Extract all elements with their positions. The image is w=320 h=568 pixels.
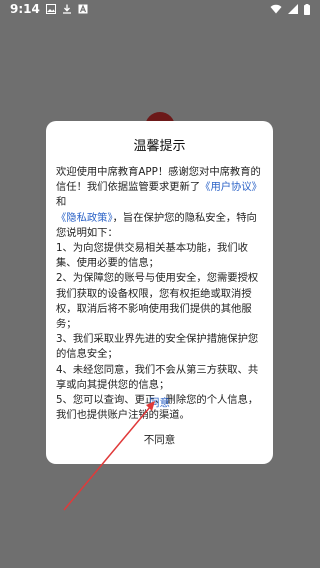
privacy-policy-link[interactable]: 《隐私政策》 bbox=[56, 212, 113, 224]
list-item: 4、未经您同意，我们不会从第三方获取、共享或向其提供您的信息； bbox=[56, 363, 259, 391]
status-time: 9:14 bbox=[10, 2, 40, 16]
list-item: 3、我们采取业界先进的安全保护措施保护您的信息安全； bbox=[56, 333, 259, 361]
wifi-icon bbox=[270, 4, 282, 14]
list-item: 2、为保障您的账号与使用安全，您需要授权我们获取的设备权限，您有权拒绝或取消授权… bbox=[56, 272, 259, 331]
battery-icon bbox=[304, 3, 310, 15]
dialog-title: 温馨提示 bbox=[133, 139, 186, 154]
dialog-content: 欢迎使用中席教育APP！感谢您对中席教育的信任！我们依据监管要求更新了《用户协议… bbox=[56, 165, 266, 423]
list-item: 1、为向您提供交易相关基本功能，我们收集、使用必要的信息； bbox=[56, 242, 248, 270]
privacy-dialog: 温馨提示 欢迎使用中席教育APP！感谢您对中席教育的信任！我们依据监管要求更新了… bbox=[46, 121, 273, 464]
download-icon bbox=[62, 4, 71, 14]
user-agreement-link[interactable]: 《用户协议》 bbox=[200, 181, 262, 193]
image-icon bbox=[45, 4, 56, 14]
app-a-icon bbox=[78, 4, 88, 14]
agree-button[interactable]: 同意 bbox=[46, 395, 273, 410]
disagree-button[interactable]: 不同意 bbox=[46, 432, 273, 447]
intro-text-2: 和 bbox=[56, 196, 67, 209]
status-bar: 9:14 bbox=[0, 0, 320, 18]
signal-icon bbox=[288, 4, 298, 14]
